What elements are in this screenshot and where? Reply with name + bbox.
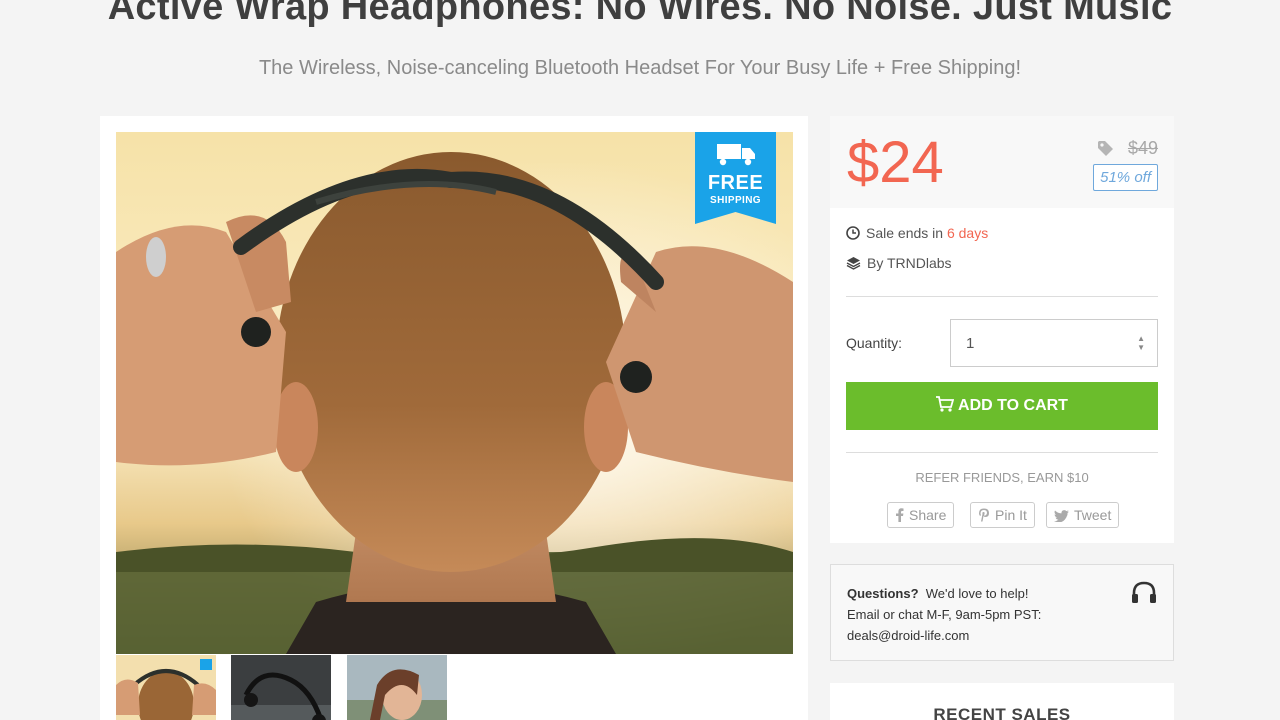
help-panel: Questions? We'd love to help! Email or c… [830, 564, 1174, 661]
select-arrows-icon: ▲ ▼ [1137, 334, 1145, 352]
pin-it-label: Pin It [995, 507, 1027, 523]
thumbnail-2[interactable] [231, 655, 331, 720]
help-line1: We'd love to help! [925, 586, 1029, 601]
share-button[interactable]: Share [887, 502, 955, 528]
sale-remaining: 6 days [946, 225, 989, 241]
quantity-label: Quantity: [846, 335, 903, 351]
free-shipping-badge: FREE SHIPPING [695, 132, 776, 224]
add-to-cart-button[interactable]: ADD TO CART [846, 382, 1158, 430]
quantity-value: 1 [966, 335, 975, 352]
page-subtitle: The Wireless, Noise-canceling Bluetooth … [258, 57, 1022, 79]
quantity-select[interactable]: 1 ▲ ▼ [950, 319, 1158, 367]
original-price: $49 [1127, 138, 1158, 158]
help-email-link[interactable]: deals@droid-life.com [847, 625, 1041, 646]
cart-icon [936, 396, 955, 412]
product-page: Active Wrap Headphones: No Wires. No Noi… [0, 0, 1280, 720]
sale-price: $24 [847, 130, 944, 195]
thumbnail-3[interactable] [347, 655, 447, 720]
pinterest-icon [979, 508, 989, 522]
sale-ends-label: Sale ends in [866, 225, 947, 241]
headset-icon [1132, 581, 1156, 603]
tag-icon [1098, 141, 1113, 156]
help-hours: Email or chat M-F, 9am-5pm PST: [847, 607, 1042, 622]
badge-free-text: FREE [707, 172, 764, 194]
clock-icon [846, 226, 860, 240]
discount-badge: 51% off [1093, 164, 1158, 191]
recent-sales-panel: RECENT SALES [830, 683, 1174, 720]
thumbnail-1[interactable] [116, 655, 216, 720]
media-panel: FREE SHIPPING [100, 116, 808, 720]
layers-icon [846, 257, 861, 270]
sale-ends-row: Sale ends in 6 days [846, 225, 988, 241]
refer-label: REFER FRIENDS, EARN $10 [915, 470, 1089, 485]
vendor-row: By TRNDlabs [846, 255, 952, 271]
price-row: $24 $49 51% off [830, 116, 1174, 208]
vendor-link[interactable]: By TRNDlabs [867, 255, 952, 271]
twitter-icon [1054, 510, 1069, 522]
help-heading: Questions? [847, 586, 919, 601]
badge-shipping-text: SHIPPING [710, 195, 761, 206]
tweet-label: Tweet [1074, 507, 1112, 523]
purchase-panel: $24 $49 51% off Sale ends in 6 days By T… [830, 116, 1174, 543]
page-title: Active Wrap Headphones: No Wires. No Noi… [107, 0, 1173, 28]
add-to-cart-label: ADD TO CART [958, 397, 1068, 414]
facebook-icon [896, 508, 904, 522]
product-hero-image[interactable]: FREE SHIPPING [116, 132, 793, 654]
divider [846, 296, 1158, 297]
share-label: Share [909, 507, 947, 523]
divider [846, 452, 1158, 453]
recent-sales-title: RECENT SALES [933, 705, 1071, 720]
pin-it-button[interactable]: Pin It [970, 502, 1035, 528]
tweet-button[interactable]: Tweet [1046, 502, 1120, 528]
help-text: Questions? We'd love to help! Email or c… [847, 583, 1041, 646]
